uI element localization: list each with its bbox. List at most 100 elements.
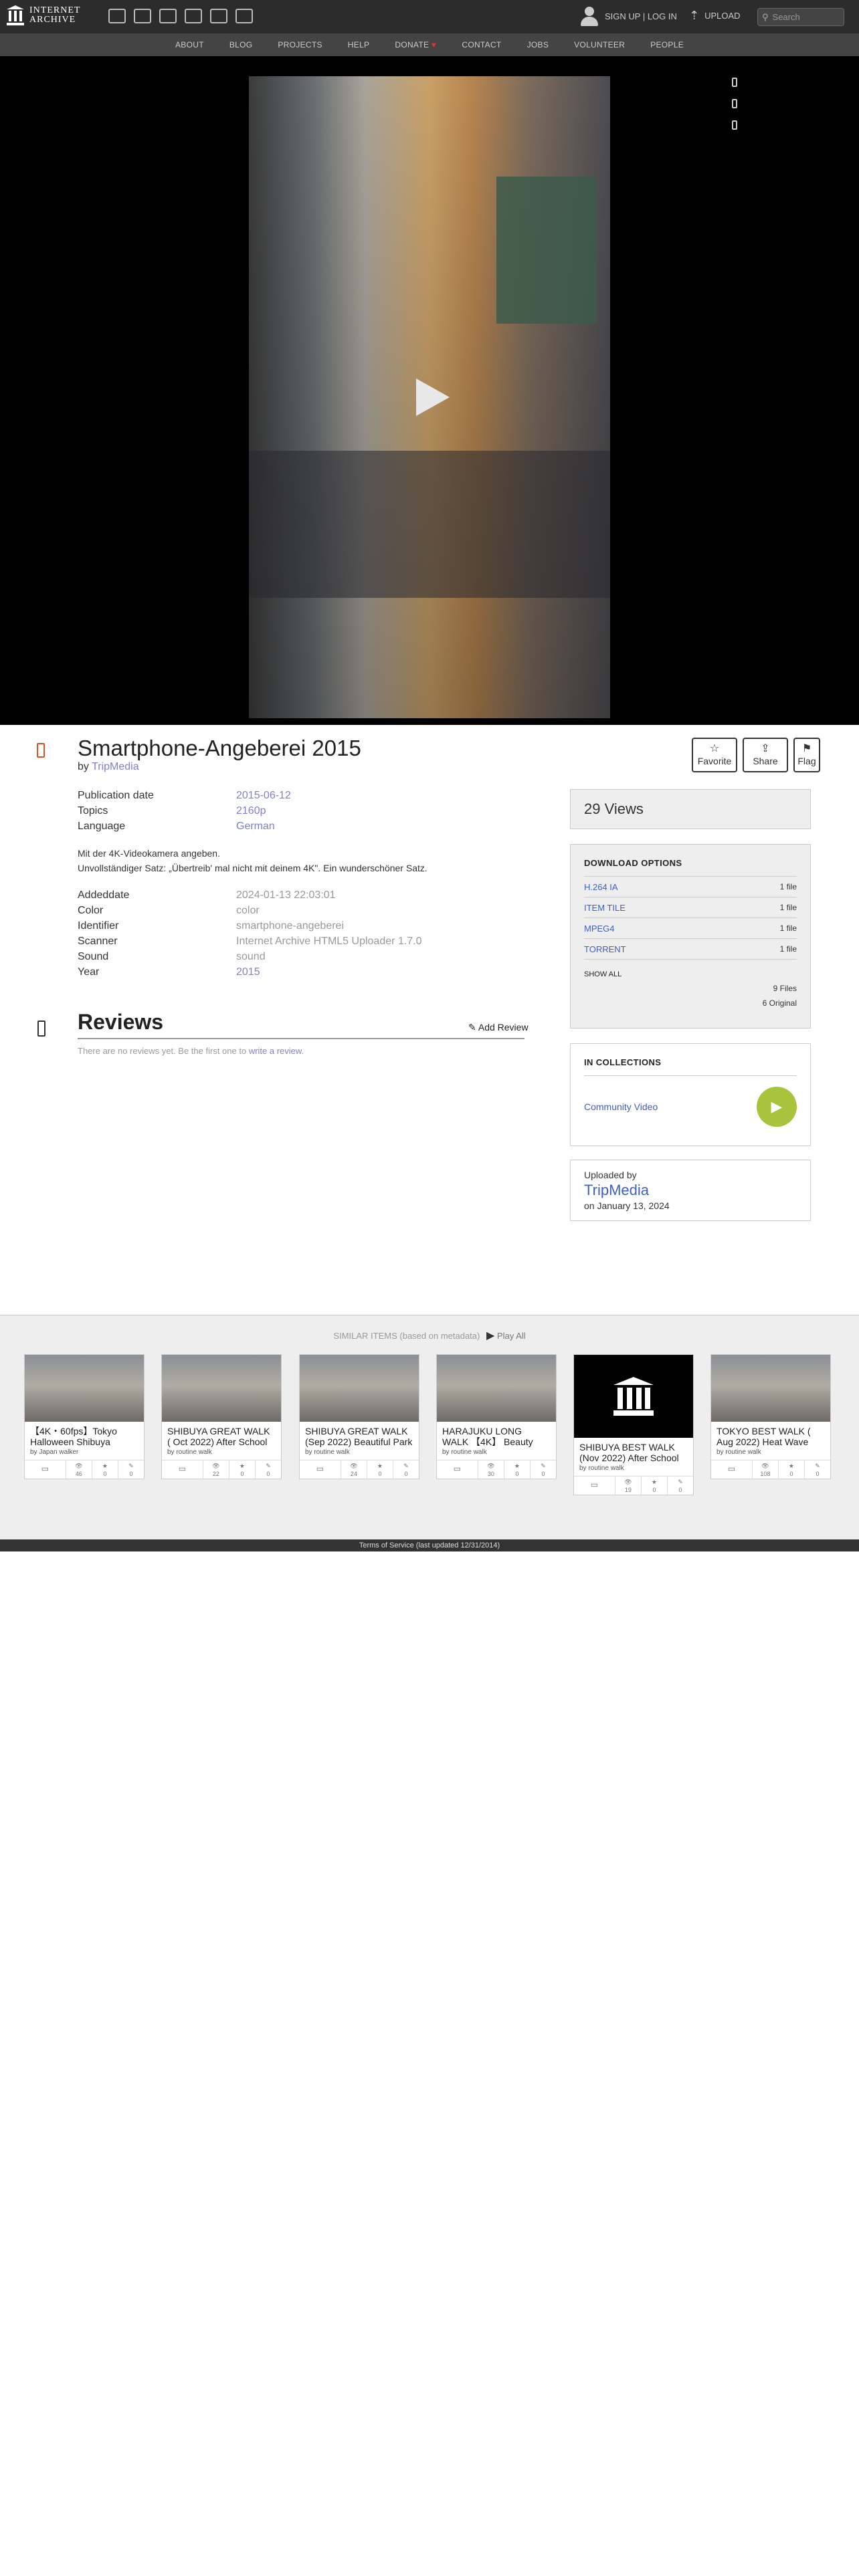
tile-stats: ▭ 👁 19 ★ 0 ✎ 0 — [574, 1476, 693, 1495]
video-icon[interactable] — [159, 9, 177, 23]
texts-icon[interactable] — [134, 9, 151, 23]
tile-stats: ▭ 👁 46 ★ 0 ✎ 0 — [25, 1460, 144, 1479]
user-icon[interactable] — [579, 5, 599, 27]
download-format-link[interactable]: H.264 IA — [584, 882, 618, 892]
nav-volunteer[interactable]: VOLUNTEER — [574, 40, 625, 49]
info-tool-icon[interactable] — [732, 120, 737, 130]
favorite-label: Favorite — [697, 756, 732, 766]
download-format-link[interactable]: ITEM TILE — [584, 903, 626, 913]
media-type-icons — [108, 9, 253, 23]
embed-tool-icon[interactable] — [732, 99, 737, 108]
publication-date-link[interactable]: 2015-06-12 — [236, 790, 291, 802]
similar-item-tile[interactable]: HARAJUKU LONG WALK 【4K】 Beauty Fashion b… — [436, 1354, 557, 1479]
movies-icon: ▭ — [162, 1461, 203, 1479]
tile-title[interactable]: SHIBUYA BEST WALK (Nov 2022) After Schoo… — [574, 1438, 693, 1463]
flag-icon: ⚑ — [801, 743, 812, 754]
similar-item-tile[interactable]: SHIBUYA GREAT WALK ( Oct 2022) After Sch… — [161, 1354, 282, 1479]
upload-button[interactable]: ⇡ UPLOAD — [689, 9, 741, 21]
upload-date: on January 13, 2024 — [584, 1200, 670, 1211]
nav-donate-label: DONATE — [395, 40, 430, 49]
tile-title[interactable]: TOKYO BEST WALK ( Aug 2022) Heat Wave Ja… — [711, 1422, 830, 1447]
item-actions: ☆ Favorite ⇪ Share ⚑ Flag — [692, 738, 820, 772]
movies-icon — [37, 743, 45, 758]
collections-heading: IN COLLECTIONS — [584, 1044, 797, 1076]
user-account-area: SIGN UP | LOG IN — [579, 5, 677, 27]
search-input[interactable] — [772, 12, 833, 22]
video-player[interactable] — [249, 76, 610, 718]
download-row: MPEG4 1 file — [584, 918, 797, 939]
year-link[interactable]: 2015 — [236, 966, 260, 978]
nav-jobs[interactable]: JOBS — [527, 40, 549, 49]
signup-login-link[interactable]: SIGN UP | LOG IN — [605, 11, 677, 21]
nav-projects[interactable]: PROJECTS — [278, 40, 322, 49]
web-icon[interactable] — [108, 9, 126, 23]
no-reviews-message: There are no reviews yet. Be the first o… — [78, 1046, 304, 1056]
share-tool-icon[interactable] — [732, 78, 737, 87]
share-button[interactable]: ⇪ Share — [743, 738, 788, 772]
tile-thumbnail[interactable] — [711, 1355, 830, 1422]
reviews-divider — [78, 1038, 524, 1039]
nav-contact[interactable]: CONTACT — [462, 40, 501, 49]
favorite-button[interactable]: ☆ Favorite — [692, 738, 737, 772]
images-icon[interactable] — [235, 9, 253, 23]
tile-creator: by routine walk — [305, 1448, 350, 1456]
download-format-link[interactable]: TORRENT — [584, 944, 626, 954]
item-description: Mit der 4K-Videokamera angeben. Unvollst… — [78, 846, 533, 875]
download-format-link[interactable]: MPEG4 — [584, 924, 615, 934]
tile-title[interactable]: 【4K・60fps】Tokyo Halloween Shibuya — [25, 1422, 144, 1447]
write-review-link[interactable]: write a review. — [249, 1046, 304, 1056]
community-video-icon[interactable]: ▶ — [757, 1087, 797, 1127]
terms-of-service-link[interactable]: Terms of Service (last updated 12/31/201… — [359, 1541, 500, 1549]
show-all-link[interactable]: SHOW ALL — [584, 970, 797, 978]
similar-item-tile[interactable]: TOKYO BEST WALK ( Aug 2022) Heat Wave Ja… — [710, 1354, 831, 1479]
similar-item-tile[interactable]: SHIBUYA BEST WALK (Nov 2022) After Schoo… — [573, 1354, 694, 1495]
download-file-count: 1 file — [779, 882, 797, 891]
collection-link[interactable]: Community Video — [584, 1101, 658, 1112]
similar-item-tile[interactable]: SHIBUYA GREAT WALK (Sep 2022) Beautiful … — [299, 1354, 419, 1479]
tile-thumbnail[interactable] — [437, 1355, 556, 1422]
metadata-key: Scanner — [78, 935, 118, 947]
play-icon[interactable] — [416, 379, 450, 416]
similar-item-tile[interactable]: 【4K・60fps】Tokyo Halloween Shibuya by Jap… — [24, 1354, 145, 1479]
tile-views: 👁 30 — [478, 1461, 504, 1479]
internet-archive-logo[interactable]: INTERNET ARCHIVE — [7, 5, 80, 25]
nav-people[interactable]: PEOPLE — [650, 40, 684, 49]
search-icon[interactable]: ⚲ — [762, 12, 769, 23]
add-review-label: Add Review — [478, 1022, 529, 1033]
tile-title[interactable]: SHIBUYA GREAT WALK ( Oct 2022) After Sch… — [162, 1422, 281, 1447]
heart-icon: ♥ — [431, 40, 437, 49]
upload-arrow-icon: ⇡ — [689, 9, 700, 22]
top-navigation-bar: INTERNET ARCHIVE SIGN UP | LOG IN ⇡ UPLO… — [0, 0, 859, 33]
language-link[interactable]: German — [236, 821, 275, 833]
metadata-row: Color color — [78, 903, 533, 918]
uploader-link[interactable]: TripMedia — [584, 1182, 797, 1199]
tile-thumbnail[interactable] — [574, 1355, 693, 1438]
similar-items-heading: SIMILAR ITEMS (based on metadata) ▶ Play… — [0, 1329, 859, 1342]
metadata-row: Identifier smartphone-angeberei — [78, 918, 533, 934]
tile-views: 👁 24 — [341, 1461, 367, 1479]
play-all-link[interactable]: Play All — [497, 1331, 526, 1341]
nav-help[interactable]: HELP — [348, 40, 370, 49]
download-file-count: 1 file — [779, 903, 797, 912]
flag-button[interactable]: ⚑ Flag — [793, 738, 820, 772]
software-icon[interactable] — [210, 9, 227, 23]
creator-link[interactable]: TripMedia — [92, 761, 139, 772]
download-row: ITEM TILE 1 file — [584, 897, 797, 918]
collection-item: Community Video ▶ — [584, 1087, 797, 1127]
reviews-icon — [37, 1021, 45, 1037]
topic-link[interactable]: 2160p — [236, 805, 266, 817]
search-box: ⚲ — [757, 8, 844, 26]
tile-thumbnail[interactable] — [300, 1355, 419, 1422]
nav-about[interactable]: ABOUT — [175, 40, 204, 49]
tile-creator: by routine walk — [579, 1465, 624, 1472]
play-all-icon[interactable]: ▶ — [486, 1330, 494, 1341]
video-frame-chalkboard — [496, 177, 597, 324]
add-review-button[interactable]: ✎ Add Review — [468, 1022, 529, 1033]
tile-title[interactable]: HARAJUKU LONG WALK 【4K】 Beauty Fashion — [437, 1422, 556, 1447]
nav-donate[interactable]: DONATE ♥ — [395, 40, 436, 49]
tile-title[interactable]: SHIBUYA GREAT WALK (Sep 2022) Beautiful … — [300, 1422, 419, 1447]
tile-thumbnail[interactable] — [25, 1355, 144, 1422]
nav-blog[interactable]: BLOG — [229, 40, 253, 49]
audio-icon[interactable] — [185, 9, 202, 23]
tile-thumbnail[interactable] — [162, 1355, 281, 1422]
